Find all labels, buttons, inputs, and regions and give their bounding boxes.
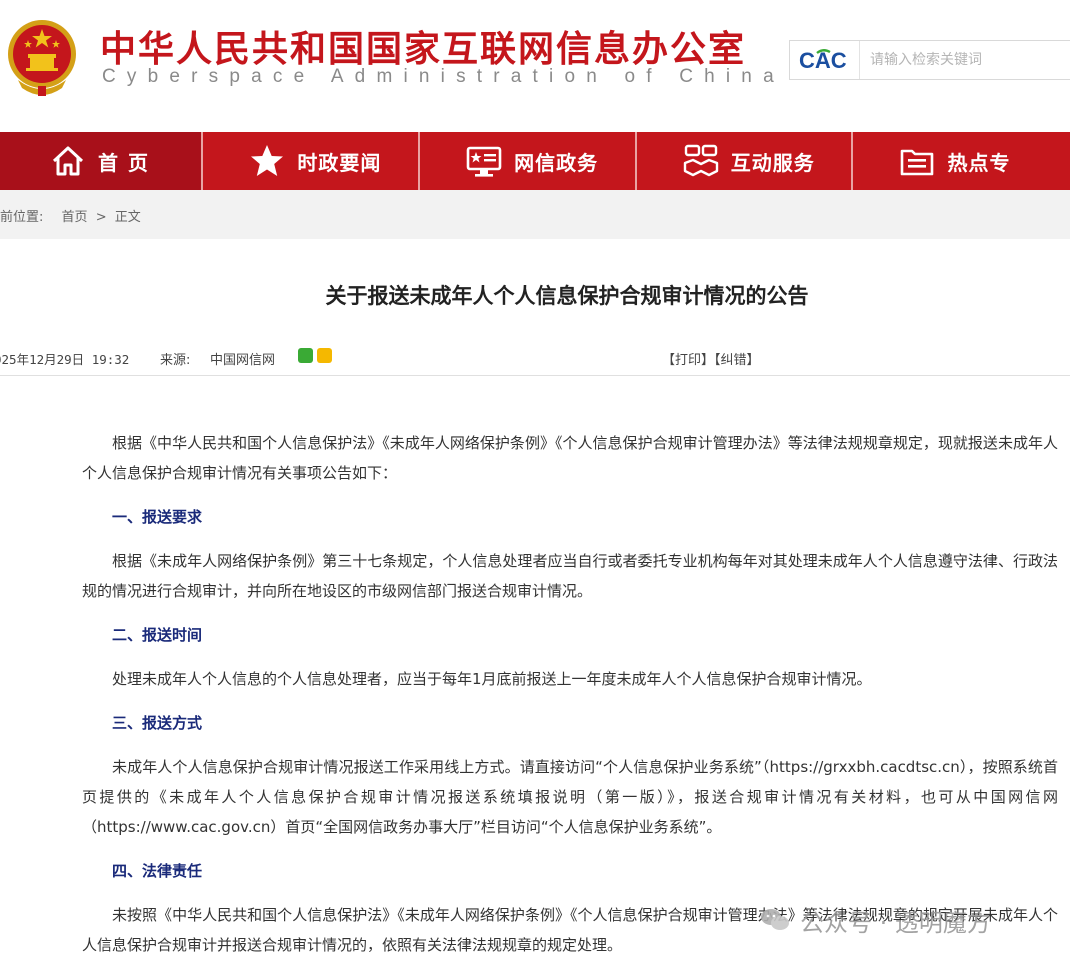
- section-heading: 三、报送方式: [112, 714, 203, 732]
- section-heading: 二、报送时间: [112, 626, 203, 644]
- article-date: 025年12月29日 19:32: [0, 352, 130, 367]
- article-body: 根据《中华人民共和国个人信息保护法》《未成年人网络保护条例》《个人信息保护合规审…: [82, 428, 1058, 960]
- share-buttons: [298, 348, 332, 363]
- breadcrumb-home-link[interactable]: 首页: [62, 210, 88, 225]
- article-paragraph: 根据《未成年人网络保护条例》第三十七条规定，个人信息处理者应当自行或者委托专业机…: [82, 552, 1058, 600]
- nav-item-service[interactable]: 互动服务: [637, 132, 854, 190]
- breadcrumb: 前位置: 首页 > 正文: [0, 206, 145, 225]
- nav-label: 首页: [98, 150, 158, 175]
- wechat-share-icon[interactable]: [298, 348, 313, 363]
- breadcrumb-prefix: 前位置:: [0, 210, 44, 225]
- article-paragraph: 根据《中华人民共和国个人信息保护法》《未成年人网络保护条例》《个人信息保护合规审…: [82, 434, 1058, 482]
- site-header: 中华人民共和国国家互联网信息办公室 Cyberspace Administrat…: [0, 0, 1070, 132]
- source-label: 来源:: [160, 353, 191, 368]
- site-title-cn[interactable]: 中华人民共和国国家互联网信息办公室: [100, 20, 746, 72]
- cac-logo-text: CAC: [799, 48, 847, 73]
- star-icon: [251, 145, 284, 176]
- article-title: 关于报送未成年人个人信息保护合规审计情况的公告: [325, 284, 809, 308]
- section-heading: 四、法律责任: [112, 862, 203, 880]
- wechat-watermark: 公众号 · 透明魔方: [760, 898, 991, 942]
- breadcrumb-current: 正文: [114, 210, 141, 225]
- section-heading: 一、报送要求: [112, 508, 203, 526]
- nav-label: 网信政务: [514, 150, 599, 175]
- handshake-icon: [683, 144, 718, 177]
- watermark-text: 公众号 · 透明魔方: [800, 908, 991, 937]
- print-correct-links[interactable]: 【打印】【纠错】: [662, 349, 760, 368]
- article-source: 中国网信网: [210, 353, 276, 368]
- cac-logo-icon[interactable]: CAC: [790, 41, 860, 79]
- nav-item-news[interactable]: 时政要闻: [203, 132, 421, 190]
- nav-label: 互动服务: [730, 150, 815, 175]
- meta-divider: [0, 375, 1070, 376]
- nav-item-home[interactable]: 首页: [0, 132, 204, 190]
- nav-item-affairs[interactable]: 网信政务: [420, 132, 637, 190]
- folder-icon: [901, 149, 934, 176]
- nav-label: 热点专: [947, 150, 1011, 175]
- search-input[interactable]: [870, 49, 1070, 71]
- main-nav: 首页 时政要闻 网信政务 互动服务 热点专: [0, 132, 1070, 190]
- breadcrumb-bar: 前位置: 首页 > 正文: [0, 190, 1070, 239]
- article-paragraph: 未成年人个人信息保护合规审计情况报送工作采用线上方式。请直接访问“个人信息保护业…: [82, 758, 1058, 836]
- wechat-icon: [761, 909, 789, 930]
- site-title-en: Cyberspace Administration of China: [102, 66, 785, 87]
- article-paragraph: 处理未成年人个人信息的个人信息处理者，应当于每年1月底前报送上一年度未成年人个人…: [112, 670, 872, 688]
- monitor-icon: [466, 146, 502, 177]
- home-icon: [52, 146, 84, 176]
- search-box: CAC: [789, 40, 1070, 80]
- article-meta: 025年12月29日 19:32 来源: 中国网信网 【打印】【纠错】: [0, 347, 1070, 369]
- qzone-share-icon[interactable]: [317, 348, 332, 363]
- nav-label: 时政要闻: [297, 150, 382, 175]
- breadcrumb-separator: >: [95, 210, 107, 225]
- nav-item-topics[interactable]: 热点专: [853, 132, 1070, 190]
- national-emblem-icon[interactable]: [4, 14, 80, 98]
